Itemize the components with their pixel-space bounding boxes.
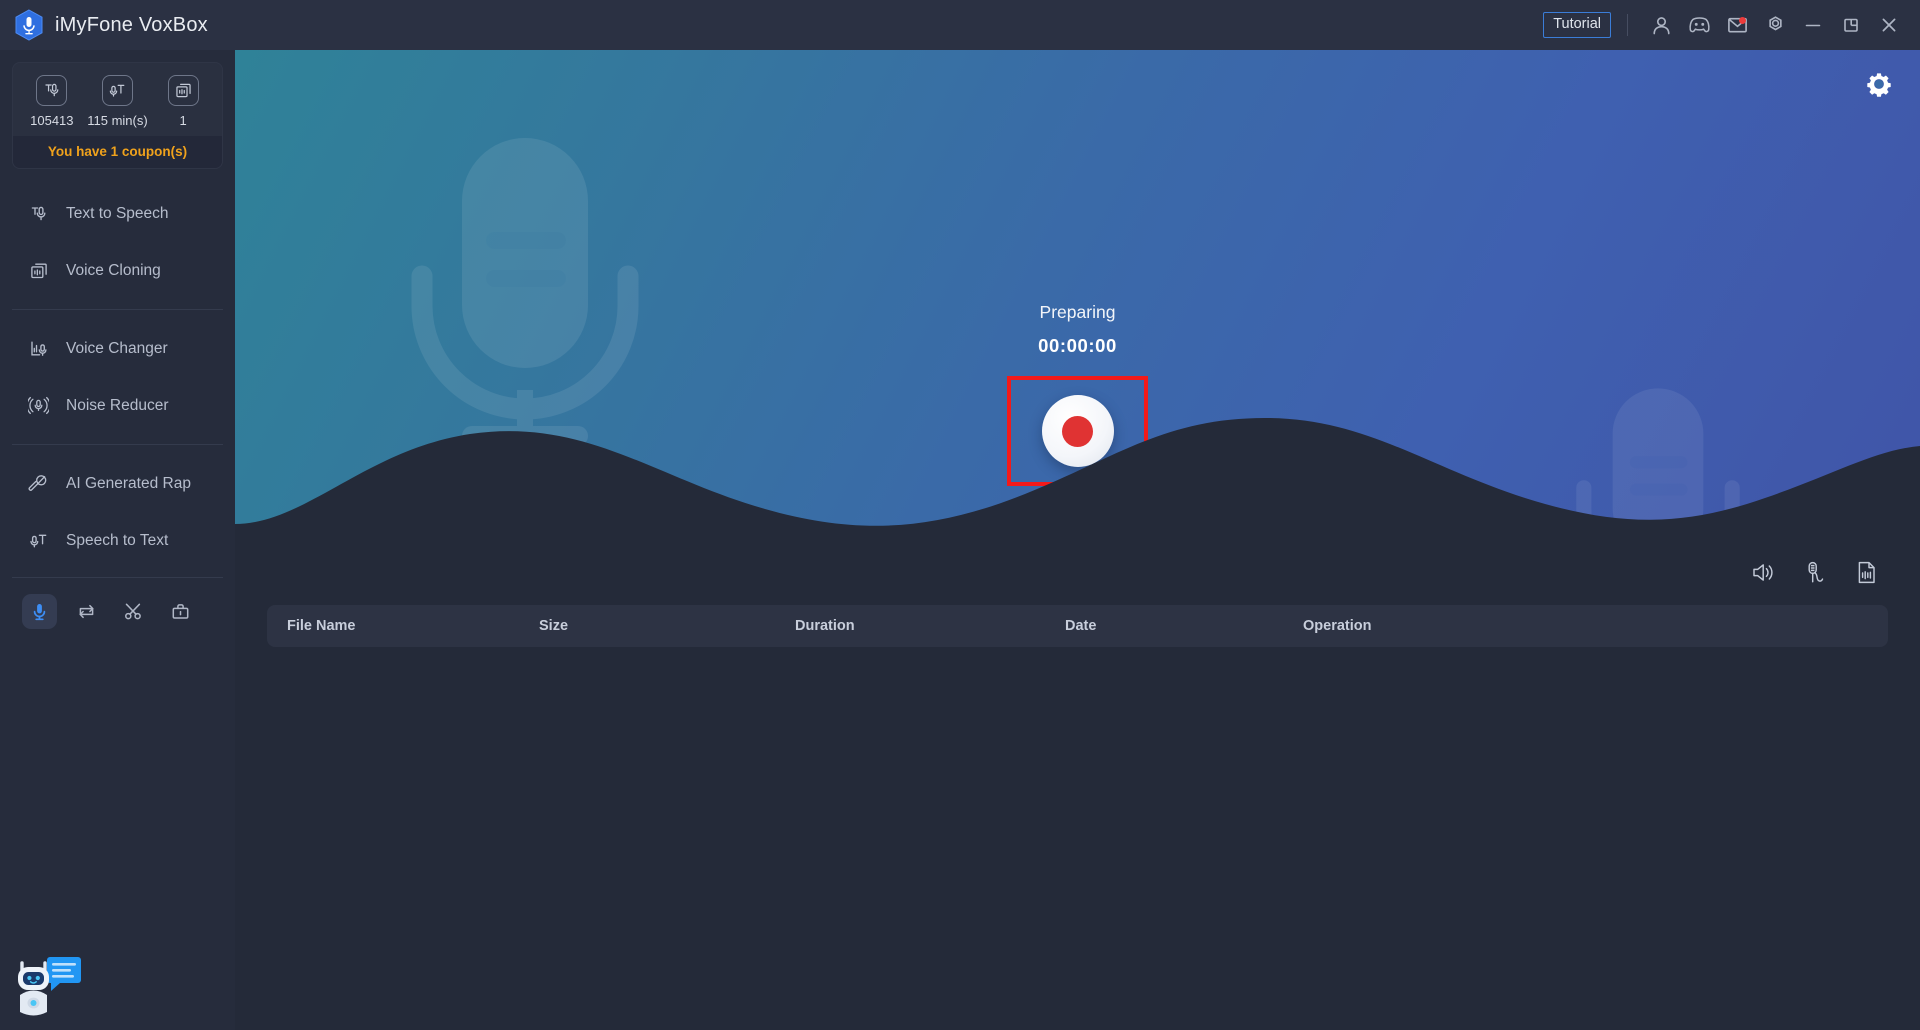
discord-icon[interactable] (1680, 6, 1718, 44)
voice-cloning-icon (28, 260, 49, 281)
nav-group-2: Voice Changer Noise Reducer (0, 320, 235, 434)
recorder-status-label: Preparing (1039, 302, 1116, 322)
credit-item-clones[interactable]: 1 (152, 75, 214, 128)
file-table-header: File Name Size Duration Date Operation (267, 605, 1888, 647)
credit-value: 1 (179, 113, 187, 128)
sidebar-item-label: Noise Reducer (66, 396, 169, 414)
converter-tool-button[interactable] (69, 594, 104, 629)
mail-icon[interactable] (1718, 6, 1756, 44)
recorder-settings-icon[interactable] (1862, 67, 1896, 101)
close-button[interactable] (1870, 6, 1908, 44)
column-header-file-name[interactable]: File Name (267, 618, 539, 634)
credit-item-minutes[interactable]: 115 min(s) (86, 75, 148, 128)
app-title: iMyFone VoxBox (55, 13, 208, 36)
tutorial-button[interactable]: Tutorial (1543, 12, 1611, 38)
credit-value: 105413 (30, 113, 74, 128)
credit-item-characters[interactable]: 105413 (21, 75, 83, 128)
sidebar-nav: Text to Speech Voice Cloning Voice Chang… (0, 185, 235, 569)
sidebar-item-ai-generated-rap[interactable]: AI Generated Rap (0, 455, 235, 512)
column-header-duration[interactable]: Duration (795, 618, 1065, 634)
speech-to-text-icon (101, 75, 133, 106)
mail-unread-badge (1739, 17, 1746, 24)
cutter-tool-button[interactable] (116, 594, 151, 629)
sidebar-item-label: Text to Speech (66, 204, 169, 222)
recorder-tool-button[interactable] (22, 594, 57, 629)
sidebar-tool-row (0, 578, 235, 629)
gear-icon[interactable] (1756, 6, 1794, 44)
ai-rap-icon (28, 473, 49, 494)
app-window: iMyFone VoxBox Tutorial 105413 115 min(s… (0, 0, 1920, 1030)
sidebar-item-voice-cloning[interactable]: Voice Cloning (0, 242, 235, 299)
toolbox-tool-button[interactable] (163, 594, 198, 629)
account-icon[interactable] (1642, 6, 1680, 44)
audio-file-icon[interactable] (1852, 558, 1880, 586)
wave-divider (235, 418, 1920, 530)
text-to-speech-icon (28, 203, 49, 224)
titlebar-divider (1627, 14, 1628, 36)
speech-to-text-icon (28, 530, 49, 551)
credit-value: 115 min(s) (87, 113, 148, 128)
title-bar: iMyFone VoxBox Tutorial (0, 0, 1920, 50)
window-body: 105413 115 min(s) 1 You have 1 coupon(s)… (0, 50, 1920, 1030)
recorder-hero-panel: Preparing 00:00:00 (235, 50, 1920, 530)
main-content: Preparing 00:00:00 File Name Size Durati… (235, 50, 1920, 1030)
file-table-body (235, 647, 1920, 707)
sidebar-divider (12, 444, 223, 445)
system-sound-icon[interactable] (1748, 558, 1776, 586)
voice-changer-icon (28, 338, 49, 359)
column-header-date[interactable]: Date (1065, 618, 1303, 634)
maximize-button[interactable] (1832, 6, 1870, 44)
nav-group-1: Text to Speech Voice Cloning (0, 185, 235, 299)
sidebar-item-label: AI Generated Rap (66, 474, 191, 492)
sidebar-item-noise-reducer[interactable]: Noise Reducer (0, 377, 235, 434)
mic-hexagon-logo-icon (14, 9, 44, 41)
text-to-speech-icon (36, 75, 68, 106)
noise-reducer-icon (28, 395, 49, 416)
column-header-size[interactable]: Size (539, 618, 795, 634)
voice-cloning-icon (167, 75, 199, 106)
sidebar-item-label: Voice Cloning (66, 261, 161, 279)
sidebar-divider (12, 309, 223, 310)
chatbot-mascot-icon[interactable] (10, 950, 86, 1018)
coupon-banner[interactable]: You have 1 coupon(s) (13, 136, 222, 168)
credit-summary-card: 105413 115 min(s) 1 You have 1 coupon(s) (12, 62, 223, 169)
sidebar-item-label: Voice Changer (66, 339, 168, 357)
sidebar-item-label: Speech to Text (66, 531, 169, 549)
sidebar-item-voice-changer[interactable]: Voice Changer (0, 320, 235, 377)
minimize-button[interactable] (1794, 6, 1832, 44)
column-header-operation: Operation (1303, 618, 1372, 634)
sidebar-item-text-to-speech[interactable]: Text to Speech (0, 185, 235, 242)
microphone-input-icon[interactable] (1800, 558, 1828, 586)
file-list-area: File Name Size Duration Date Operation (235, 530, 1920, 1030)
nav-group-3: AI Generated Rap Speech to Text (0, 455, 235, 569)
credit-row: 105413 115 min(s) 1 (13, 63, 222, 136)
sidebar-item-speech-to-text[interactable]: Speech to Text (0, 512, 235, 569)
recorder-timer: 00:00:00 (1038, 335, 1117, 356)
sidebar: 105413 115 min(s) 1 You have 1 coupon(s)… (0, 50, 235, 1030)
titlebar-icon-group (1642, 6, 1908, 44)
file-list-toolbar (235, 530, 1920, 586)
